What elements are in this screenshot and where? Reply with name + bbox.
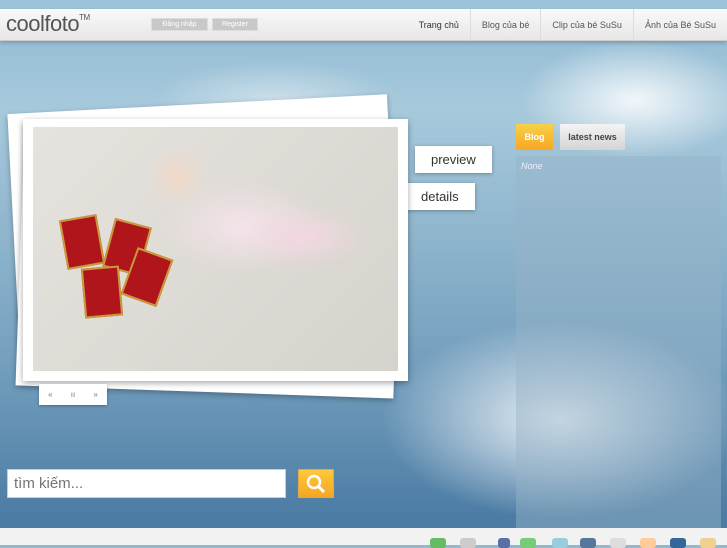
sidebar-panel: None <box>516 156 721 528</box>
top-strip <box>0 0 727 9</box>
logo-text: coolfoto <box>6 11 80 36</box>
nav-blog[interactable]: Blog của bé <box>469 9 541 41</box>
details-button[interactable]: details <box>405 183 475 210</box>
photo-frame[interactable] <box>23 119 408 381</box>
footer <box>0 528 727 548</box>
share-icon[interactable] <box>640 538 656 548</box>
nav-home[interactable]: Trang chủ <box>408 9 470 41</box>
register-button[interactable]: Register <box>212 18 258 31</box>
slideshow-controls: « ıı » <box>39 384 107 405</box>
search-icon <box>306 474 326 494</box>
share-icon[interactable] <box>460 538 476 548</box>
nav-clips[interactable]: Clip của bé SuSu <box>540 9 633 41</box>
header: coolfotoTM Đăng nhập Register Trang chủ … <box>0 9 727 41</box>
tab-latest-news[interactable]: latest news <box>560 124 625 150</box>
tab-blog[interactable]: Blog <box>516 124 553 150</box>
reddit-icon[interactable] <box>610 538 626 548</box>
nav-photos[interactable]: Ảnh của Bé SuSu <box>632 9 727 41</box>
baby-photo[interactable] <box>33 127 398 371</box>
preview-button[interactable]: preview <box>415 146 492 173</box>
search-input[interactable] <box>7 469 286 498</box>
main-nav: Trang chủ Blog của bé Clip của bé SuSu Ả… <box>408 9 727 41</box>
share-icon[interactable] <box>670 538 686 548</box>
share-icon[interactable] <box>430 538 446 548</box>
twitter-icon[interactable] <box>552 538 568 548</box>
logo[interactable]: coolfotoTM <box>6 11 90 37</box>
logo-tm: TM <box>79 13 90 22</box>
facebook-icon[interactable] <box>498 538 510 548</box>
pause-button[interactable]: ıı <box>71 390 75 399</box>
search-button[interactable] <box>298 469 334 498</box>
share-icon[interactable] <box>520 538 536 548</box>
panel-content: None <box>521 161 543 171</box>
share-icon[interactable] <box>580 538 596 548</box>
rss-icon[interactable] <box>700 538 716 548</box>
next-button[interactable]: » <box>93 390 97 399</box>
login-button[interactable]: Đăng nhập <box>151 18 208 31</box>
prev-button[interactable]: « <box>48 390 52 399</box>
